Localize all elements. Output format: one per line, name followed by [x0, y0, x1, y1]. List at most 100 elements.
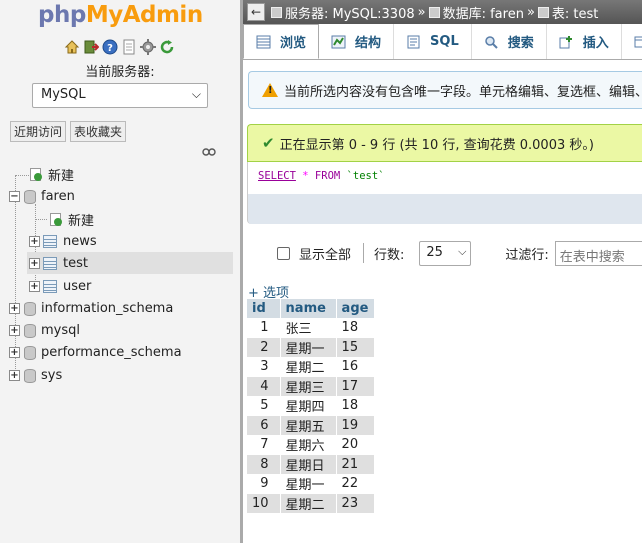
rows-per-page-select[interactable]: 25 ⌵ — [419, 240, 472, 266]
column-header-id[interactable]: id — [247, 299, 281, 318]
tree-label: mysql — [41, 322, 80, 338]
cell-id[interactable]: 4 — [247, 376, 281, 396]
new-icon — [28, 167, 42, 181]
cell-name[interactable]: 星期三 — [280, 376, 337, 396]
table-icon — [43, 256, 57, 270]
table-row: 1 张三 18 — [247, 318, 375, 338]
collapse-icon[interactable]: − — [9, 190, 20, 202]
cell-id[interactable]: 9 — [247, 474, 281, 494]
tree-item-table-test[interactable]: + test — [27, 252, 233, 274]
nav-icon-bar: ? — [64, 39, 175, 55]
tab-more[interactable] — [622, 24, 642, 59]
logo-php: php — [38, 2, 86, 28]
tree-item-db-information-schema[interactable]: + information_schema — [9, 297, 173, 319]
expand-icon[interactable]: + — [29, 280, 40, 292]
show-all-label: 显示全部 — [299, 247, 352, 263]
database-icon — [23, 323, 36, 338]
tab-structure[interactable]: 结构 — [319, 24, 395, 59]
show-all-checkbox[interactable] — [277, 246, 290, 260]
cell-id[interactable]: 8 — [247, 454, 281, 474]
tree-item-db-sys[interactable]: + sys — [9, 364, 62, 386]
cell-age[interactable]: 17 — [336, 376, 375, 396]
tab-sql[interactable]: SQL — [394, 24, 472, 59]
cell-id[interactable]: 5 — [247, 396, 281, 416]
tree-item-new-db[interactable]: 新建 — [28, 163, 74, 185]
cell-name[interactable]: 星期一 — [280, 474, 337, 494]
cell-name[interactable]: 星期二 — [280, 357, 337, 377]
cell-age[interactable]: 19 — [336, 415, 375, 435]
sql-query-footer — [247, 194, 642, 224]
tab-label: 浏览 — [280, 36, 307, 51]
expand-icon[interactable]: + — [29, 257, 40, 269]
back-arrow-icon[interactable]: ← — [247, 3, 265, 21]
link-icon[interactable] — [202, 145, 216, 159]
expand-icon[interactable]: + — [9, 369, 20, 381]
settings-icon[interactable] — [140, 39, 156, 55]
docs-icon[interactable] — [121, 39, 137, 55]
reload-icon[interactable] — [159, 39, 175, 55]
main-toolbar: 浏览 结构 SQL 搜索 插入 — [243, 24, 642, 60]
cell-name[interactable]: 星期四 — [280, 396, 337, 416]
cell-id[interactable]: 1 — [247, 318, 281, 338]
server-select[interactable]: MySQL ⌵ — [32, 83, 208, 108]
browse-icon — [256, 35, 271, 49]
cell-age[interactable]: 21 — [336, 454, 375, 474]
breadcrumb-server[interactable]: 服务器: MySQL:3308 — [285, 3, 415, 22]
phpmyadmin-logo[interactable]: phpMyAdmin — [38, 2, 203, 28]
sql-keyword-select[interactable]: SELECT — [258, 170, 296, 182]
cell-age[interactable]: 16 — [336, 357, 375, 377]
cell-name[interactable]: 星期二 — [280, 493, 337, 513]
cell-name[interactable]: 星期五 — [280, 415, 337, 435]
expand-icon[interactable]: + — [9, 302, 20, 314]
help-icon[interactable]: ? — [102, 39, 118, 55]
breadcrumb-database[interactable]: 数据库: faren — [443, 3, 524, 22]
column-header-age[interactable]: age — [336, 299, 375, 318]
home-icon[interactable] — [64, 39, 80, 55]
cell-id[interactable]: 2 — [247, 337, 281, 357]
cell-age[interactable]: 18 — [336, 318, 375, 338]
cell-age[interactable]: 18 — [336, 396, 375, 416]
tab-favorites[interactable]: 表收藏夹 — [70, 121, 127, 142]
tab-browse[interactable]: 浏览 — [243, 24, 320, 59]
column-header-name[interactable]: name — [280, 299, 337, 318]
warning-icon — [262, 83, 278, 97]
tree-item-table-news[interactable]: + news — [29, 230, 97, 252]
tab-recent[interactable]: 近期访问 — [10, 121, 67, 142]
server-label: 当前服务器: — [85, 65, 155, 80]
tree-item-db-performance-schema[interactable]: + performance_schema — [9, 341, 182, 363]
filter-rows-input[interactable]: 在表中搜索 — [554, 240, 642, 266]
cell-name[interactable]: 张三 — [280, 318, 337, 338]
cell-id[interactable]: 3 — [247, 357, 281, 377]
insert-icon — [559, 35, 574, 49]
success-notice: ✔ 正在显示第 0 - 9 行 (共 10 行, 查询花费 0.0003 秒。) — [247, 124, 642, 162]
cell-name[interactable]: 星期六 — [280, 435, 337, 455]
tree-item-table-user[interactable]: + user — [29, 275, 91, 297]
exit-icon[interactable] — [83, 39, 100, 55]
expand-icon[interactable]: + — [9, 346, 20, 358]
cell-id[interactable]: 10 — [247, 493, 281, 513]
tree-item-db-faren[interactable]: − faren — [9, 185, 75, 207]
expand-icon[interactable]: + — [9, 324, 20, 336]
cell-id[interactable]: 6 — [247, 415, 281, 435]
tree-label: 新建 — [48, 168, 75, 184]
cell-name[interactable]: 星期一 — [280, 337, 337, 357]
breadcrumb-table[interactable]: 表: test — [552, 3, 598, 22]
expand-icon[interactable]: + — [29, 235, 40, 247]
nav-tabs: 近期访问 表收藏夹 — [10, 121, 127, 142]
panel-splitter[interactable] — [240, 0, 243, 543]
cell-age[interactable]: 15 — [336, 337, 375, 357]
tree-item-new-table[interactable]: 新建 — [48, 208, 94, 230]
cell-age[interactable]: 20 — [336, 435, 375, 455]
sql-query-display[interactable]: SELECT * FROM `test` — [247, 162, 642, 194]
warning-notice: 当前所选内容没有包含唯一字段。单元格编辑、复选框、编辑、 — [248, 71, 642, 109]
table-row: 7 星期六 20 — [247, 435, 375, 455]
cell-age[interactable]: 22 — [336, 474, 375, 494]
filter-rows-label: 过滤行: — [505, 247, 549, 263]
cell-age[interactable]: 23 — [336, 493, 375, 513]
tab-search[interactable]: 搜索 — [472, 24, 547, 59]
tree-item-db-mysql[interactable]: + mysql — [9, 319, 80, 341]
tab-insert[interactable]: 插入 — [547, 24, 622, 59]
cell-id[interactable]: 7 — [247, 435, 281, 455]
tab-label: 结构 — [355, 36, 382, 51]
cell-name[interactable]: 星期日 — [280, 454, 337, 474]
